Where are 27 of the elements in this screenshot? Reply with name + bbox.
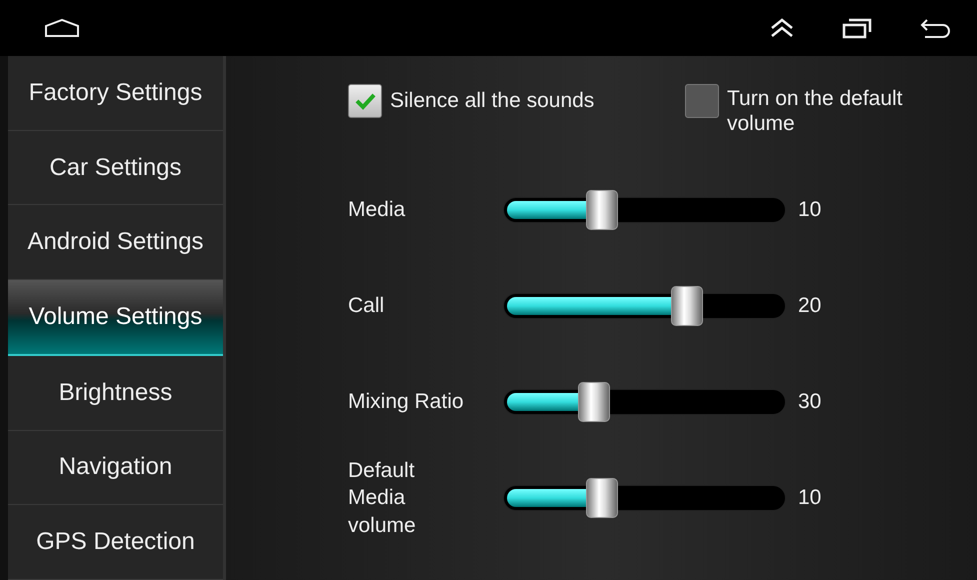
sidebar-item[interactable]: Brightness [8, 356, 223, 431]
sidebar-item[interactable]: GPS Detection [8, 505, 223, 580]
checkbox-label: Turn on the default volume [727, 86, 904, 136]
sidebar-item[interactable]: Navigation [8, 430, 223, 506]
sidebar-item[interactable]: Volume Settings [8, 280, 223, 356]
double-chevron-up-icon [769, 17, 795, 39]
slider-label: Mixing Ratio [348, 389, 465, 416]
slider-label: Media [348, 197, 406, 224]
slider-thumb[interactable] [578, 382, 610, 422]
slider-value: 10 [798, 197, 822, 224]
sidebar-item[interactable]: Car Settings [8, 130, 223, 206]
slider-value: 10 [798, 485, 822, 512]
slider-value: 30 [798, 389, 822, 416]
slider-thumb[interactable] [586, 190, 618, 230]
slider-thumb[interactable] [670, 286, 703, 326]
checkbox[interactable] [348, 84, 382, 118]
recents-icon [841, 17, 873, 39]
sidebar-item[interactable]: Factory Settings [8, 56, 223, 131]
checkbox-label: Silence all the sounds [390, 88, 594, 114]
slider-label: Call [348, 293, 386, 320]
slider-value: 20 [798, 293, 822, 320]
back-icon [919, 17, 951, 39]
home-icon [44, 18, 80, 38]
slider-label: Default Media volume [348, 458, 417, 539]
checkbox[interactable] [685, 84, 719, 118]
slider-thumb[interactable] [586, 478, 618, 518]
sidebar-item[interactable]: Android Settings [8, 205, 223, 280]
